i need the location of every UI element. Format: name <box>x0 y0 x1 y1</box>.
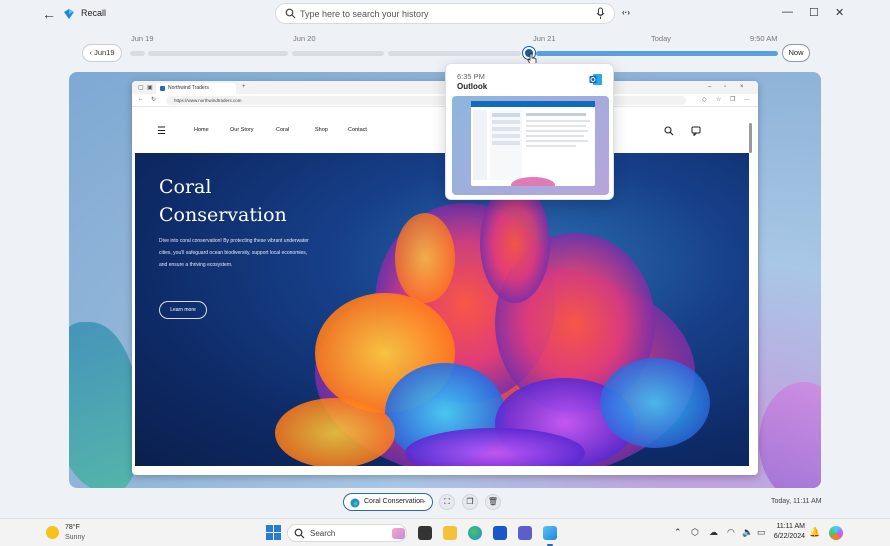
hero-description: Dive into coral conservation! By protect… <box>159 238 309 268</box>
teams-icon[interactable] <box>518 526 532 540</box>
browser-tab[interactable]: Northwind Traders <box>156 83 236 94</box>
previous-day-button[interactable]: ‹ Jun19 <box>82 44 122 62</box>
timeline-label-jun19: Jun 19 <box>131 34 154 43</box>
preview-outlook-window <box>471 101 595 193</box>
nav-link-contact[interactable]: Contact <box>348 127 367 133</box>
browser-refresh-icon[interactable]: ↻ <box>151 96 156 103</box>
weather-condition[interactable]: Sunny <box>65 534 85 541</box>
timeline-label-today: Today <box>651 34 672 43</box>
close-button[interactable]: ✕ <box>835 6 844 19</box>
preview-app-name: Outlook <box>457 82 488 91</box>
minimize-button[interactable]: — <box>782 6 793 18</box>
browser-tab-title: Northwind Traders <box>168 85 209 91</box>
title-bar: ← Recall Type here to search your histor… <box>0 0 890 28</box>
site-search-icon[interactable] <box>664 126 674 136</box>
microphone-icon[interactable] <box>596 7 605 20</box>
clock-date[interactable]: 6/22/2024 <box>771 533 805 540</box>
code-view-icon[interactable]: ‹·› <box>622 8 630 17</box>
browser-more-icon[interactable]: … <box>744 96 750 102</box>
window-close-icon[interactable]: × <box>740 84 744 90</box>
delete-button[interactable]: 🗑 <box>485 494 501 510</box>
now-button[interactable]: Now <box>782 44 810 62</box>
onedrive-icon[interactable]: ☁ <box>709 527 718 538</box>
store-icon[interactable] <box>493 526 507 540</box>
weather-temperature[interactable]: 78°F <box>65 524 80 531</box>
copilot-icon[interactable] <box>829 526 843 540</box>
timeline-segment[interactable] <box>292 51 384 56</box>
address-url: https://www.northwindtraders.com <box>174 98 242 103</box>
window-menu-icon[interactable]: ▢ <box>138 84 144 91</box>
wifi-icon[interactable]: ◠ <box>727 527 735 538</box>
windows-start-icon[interactable] <box>266 525 281 540</box>
window-maximize-icon[interactable]: ▫ <box>724 84 726 90</box>
window-minimize-icon[interactable]: – <box>708 84 711 90</box>
back-arrow-icon[interactable]: ← <box>42 6 56 22</box>
chat-icon[interactable] <box>691 126 701 136</box>
chip-label: Coral Conservation <box>364 498 424 505</box>
browser-back-icon[interactable]: ← <box>138 96 144 102</box>
notification-bell-icon[interactable]: 🔔 <box>809 527 820 538</box>
current-app-chip[interactable]: Coral Conservation ··· <box>343 493 433 511</box>
nav-link-home[interactable]: Home <box>194 127 209 133</box>
defender-icon[interactable]: ⬡ <box>691 527 699 538</box>
preview-time: 6:35 PM <box>457 72 485 81</box>
volume-icon[interactable]: 🔈 <box>742 527 753 538</box>
timeline-segment-active[interactable] <box>536 51 778 56</box>
screen-capture-button[interactable]: ⛶ <box>439 494 455 510</box>
maximize-button[interactable]: ☐ <box>809 6 819 19</box>
timeline-label-jun20: Jun 20 <box>293 34 316 43</box>
hamburger-menu-icon[interactable]: ☰ <box>157 126 166 137</box>
taskbar: 78°F Sunny Search ⌃ ⬡ ☁ ◠ 🔈 ▭ 11:11 AM 6… <box>0 518 890 546</box>
search-placeholder: Type here to search your history <box>300 9 429 19</box>
hero-section: Coral Conservation Dive into coral conse… <box>135 153 749 466</box>
timeline-segment[interactable] <box>388 51 521 56</box>
sun-icon[interactable] <box>46 526 59 539</box>
tabs-icon[interactable]: ▣ <box>147 84 153 91</box>
browser-scrollbar[interactable] <box>749 123 752 153</box>
task-view-icon[interactable] <box>418 526 432 540</box>
site-favicon-icon <box>160 86 165 91</box>
search-icon <box>285 8 296 19</box>
timeline-label-jun21: Jun 21 <box>533 34 556 43</box>
previous-day-label: Jun19 <box>94 48 115 57</box>
hero-title: Coral Conservation <box>159 176 287 226</box>
copy-button[interactable]: ❐ <box>462 494 478 510</box>
edge-taskbar-icon[interactable] <box>468 526 482 540</box>
timeline-preview-popup[interactable]: 6:35 PM Outlook <box>445 63 614 200</box>
search-highlight-icon <box>392 528 405 539</box>
outlook-icon <box>589 74 602 85</box>
search-input[interactable]: Type here to search your history <box>275 3 615 24</box>
extension-icon[interactable]: ◇ <box>702 96 707 103</box>
learn-more-button[interactable]: Learn more <box>159 301 207 319</box>
chip-more-button[interactable]: ··· <box>418 494 426 510</box>
timeline-segment[interactable] <box>148 51 288 56</box>
favorites-icon[interactable]: ☆ <box>716 96 721 103</box>
wallpaper-shape <box>69 322 139 488</box>
recall-taskbar-icon[interactable] <box>543 526 557 540</box>
preview-thumbnail <box>452 96 609 195</box>
clock-time[interactable]: 11:11 AM <box>775 523 805 530</box>
new-tab-icon[interactable]: + <box>242 84 246 90</box>
recall-app-icon <box>64 9 74 19</box>
nav-link-coral[interactable]: Coral <box>276 127 289 133</box>
outlook-mail-preview <box>471 101 595 193</box>
battery-icon[interactable]: ▭ <box>757 527 766 538</box>
timeline-label-time: 9:50 AM <box>750 34 778 43</box>
taskbar-search-label: Search <box>310 529 336 538</box>
nav-link-our-story[interactable]: Our Story <box>230 127 254 133</box>
taskbar-search[interactable]: Search <box>287 524 407 542</box>
edge-icon <box>350 498 360 508</box>
file-explorer-icon[interactable] <box>443 526 457 540</box>
collections-icon[interactable]: ❒ <box>730 96 735 103</box>
timeline-segment[interactable] <box>130 51 145 56</box>
show-hidden-icons-icon[interactable]: ⌃ <box>674 527 682 538</box>
taskbar-search-icon <box>294 528 305 539</box>
app-title: Recall <box>81 8 107 18</box>
snapshot-timestamp: Today, 11:11 AM <box>771 498 822 505</box>
nav-link-shop[interactable]: Shop <box>315 127 328 133</box>
wallpaper-shape <box>759 382 821 488</box>
